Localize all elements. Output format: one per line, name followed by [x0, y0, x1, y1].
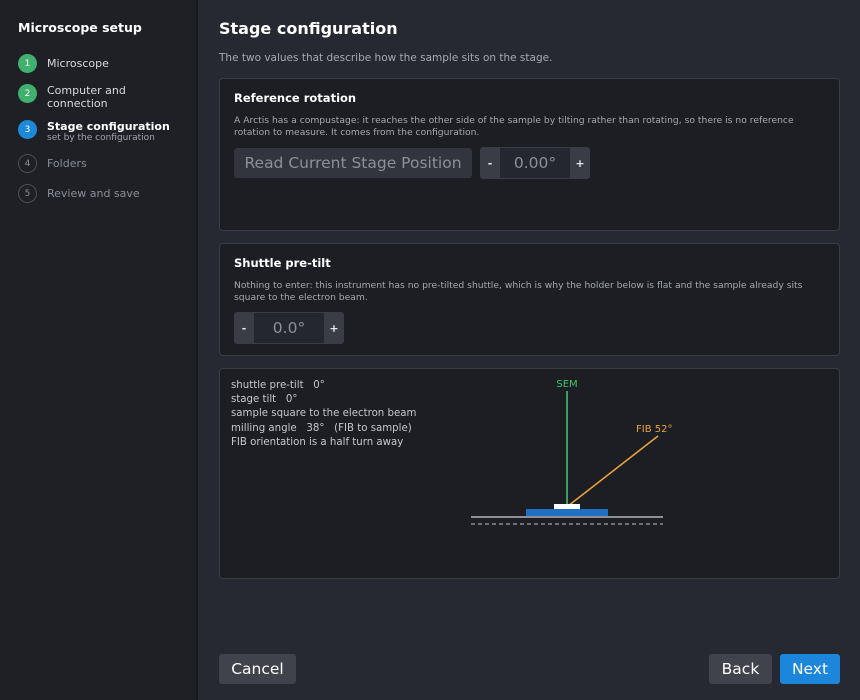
- page-title: Stage configuration: [219, 19, 398, 38]
- reference-rotation-value[interactable]: 0.00°: [500, 148, 570, 178]
- step-number-badge: 5: [18, 184, 37, 203]
- sample: [554, 504, 580, 509]
- decrement-button[interactable]: -: [234, 312, 254, 344]
- reference-rotation-stepper: - 0.00° +: [480, 147, 590, 179]
- beam-geometry-diagram: SEM FIB 52°: [471, 379, 672, 525]
- cancel-button[interactable]: Cancel: [219, 654, 296, 684]
- geometry-diagram-panel: shuttle pre-tilt 0° stage tilt 0° sample…: [219, 368, 840, 579]
- sidebar-title: Microscope setup: [18, 20, 142, 35]
- shuttle-pretilt-title: Shuttle pre-tilt: [234, 256, 331, 270]
- step-sublabel: set by the configuration: [47, 133, 155, 143]
- step-number-badge: 4: [18, 154, 37, 173]
- reference-rotation-panel: Reference rotation A Arctis has a compus…: [219, 78, 840, 231]
- read-stage-position-button[interactable]: Read Current Stage Position: [234, 148, 472, 178]
- page-description: The two values that describe how the sam…: [219, 52, 553, 64]
- shuttle-pretilt-stepper: - 0.0° +: [234, 312, 344, 344]
- increment-button[interactable]: +: [570, 147, 590, 179]
- sidebar: Microscope setup 1 Microscope 2 Computer…: [0, 0, 196, 700]
- reference-rotation-title: Reference rotation: [234, 91, 357, 105]
- decrement-button[interactable]: -: [480, 147, 500, 179]
- reference-rotation-description: A Arctis has a compustage: it reaches th…: [234, 115, 794, 138]
- shuttle-holder: [526, 509, 608, 516]
- step-label: Folders: [47, 157, 87, 170]
- step-number-badge: 3: [18, 120, 37, 139]
- sem-label: SEM: [556, 379, 577, 390]
- sidebar-divider: [196, 0, 198, 700]
- step-label: Review and save: [47, 187, 140, 200]
- step-label: Computer and connection: [47, 84, 126, 110]
- back-button[interactable]: Back: [709, 654, 772, 684]
- step-number-badge: 2: [18, 84, 37, 103]
- shuttle-pretilt-value[interactable]: 0.0°: [254, 313, 324, 343]
- step-folders[interactable]: 4 Folders: [18, 154, 87, 173]
- fib-beam-line: [567, 435, 659, 507]
- shuttle-pretilt-description: Nothing to enter: this instrument has no…: [234, 280, 803, 303]
- fib-label: FIB 52°: [636, 424, 672, 435]
- shuttle-pretilt-panel: Shuttle pre-tilt Nothing to enter: this …: [219, 243, 840, 356]
- step-computer-and-connection[interactable]: 2 Computer and connection: [18, 84, 157, 110]
- step-label: Stage configuration: [47, 120, 170, 133]
- step-label: Microscope: [47, 57, 109, 70]
- step-number-badge: 1: [18, 54, 37, 73]
- step-microscope[interactable]: 1 Microscope: [18, 54, 109, 73]
- step-stage-configuration[interactable]: 3 Stage configuration set by the configu…: [18, 120, 170, 143]
- increment-button[interactable]: +: [324, 312, 344, 344]
- step-review-and-save[interactable]: 5 Review and save: [18, 184, 140, 203]
- next-button[interactable]: Next: [780, 654, 840, 684]
